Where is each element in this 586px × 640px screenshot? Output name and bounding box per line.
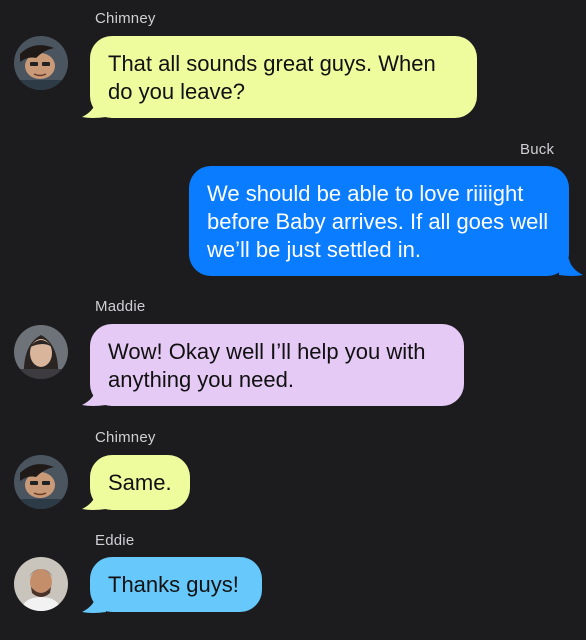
avatar-eddie[interactable] [14, 557, 68, 611]
sender-name: Buck [520, 141, 555, 158]
sender-name: Maddie [95, 298, 146, 315]
message-bubble[interactable]: Thanks guys! [90, 557, 262, 612]
sender-name: Chimney [95, 429, 156, 446]
avatar-chimney[interactable] [14, 455, 68, 509]
message-bubble[interactable]: That all sounds great guys. When do you … [90, 36, 477, 118]
sender-name: Chimney [95, 10, 156, 27]
sender-name: Eddie [95, 532, 135, 549]
avatar-maddie[interactable] [14, 325, 68, 379]
avatar-chimney[interactable] [14, 36, 68, 90]
message-bubble[interactable]: Wow! Okay well I’ll help you with anythi… [90, 324, 464, 406]
message-bubble[interactable]: We should be able to love riiiight befor… [189, 166, 569, 276]
message-bubble[interactable]: Same. [90, 455, 190, 510]
